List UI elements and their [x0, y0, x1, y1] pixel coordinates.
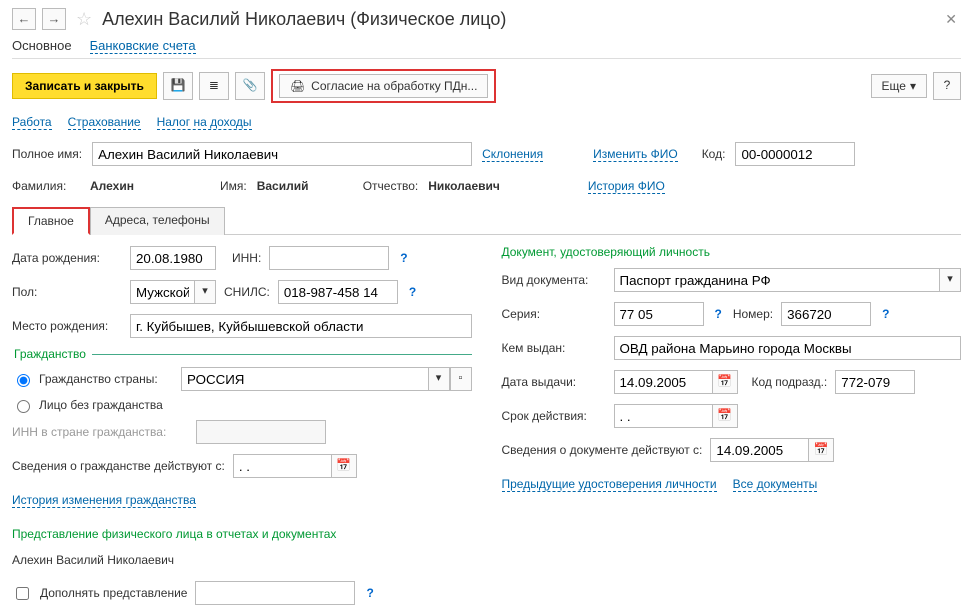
citizenship-inn-label: ИНН в стране гражданства:	[12, 425, 188, 439]
citizenship-open-button[interactable]: ▫	[450, 367, 472, 391]
birthplace-input[interactable]	[130, 314, 472, 338]
favorite-star-icon[interactable]: ☆	[72, 9, 96, 30]
code-label: Код:	[702, 147, 726, 161]
inn-input[interactable]	[269, 246, 389, 270]
link-insurance[interactable]: Страхование	[68, 115, 141, 130]
page-title: Алехин Василий Николаевич (Физическое ли…	[102, 9, 935, 30]
doc-valid-from-calendar-button[interactable]: 📅	[808, 438, 834, 462]
nav-forward-button[interactable]: →	[42, 8, 66, 30]
fullname-input[interactable]	[92, 142, 472, 166]
doc-type-label: Вид документа:	[502, 273, 606, 287]
attachment-button[interactable]: 📎	[235, 72, 265, 100]
save-button[interactable]: 💾	[163, 72, 193, 100]
citizenship-dropdown-button[interactable]: ▾	[428, 367, 450, 391]
printer-icon: 🖨	[290, 79, 305, 93]
snils-help-icon[interactable]: ?	[406, 285, 419, 299]
issue-date-calendar-button[interactable]: 📅	[712, 370, 738, 394]
gender-dropdown-button[interactable]: ▾	[194, 280, 216, 304]
citizenship-legend: Гражданство	[12, 347, 92, 361]
snils-label: СНИЛС:	[224, 285, 270, 299]
inner-tab-main[interactable]: Главное	[12, 207, 90, 235]
extend-representation-help-icon[interactable]: ?	[363, 586, 376, 600]
doc-valid-from-label: Сведения о документе действуют с:	[502, 443, 703, 457]
issued-by-input[interactable]	[614, 336, 962, 360]
doc-valid-from-input[interactable]	[710, 438, 808, 462]
patronymic-label: Отчество:	[363, 179, 419, 193]
highlight-box-consent: 🖨 Согласие на обработку ПДн...	[271, 69, 496, 103]
issue-date-label: Дата выдачи:	[502, 375, 606, 389]
expiry-calendar-button[interactable]: 📅	[712, 404, 738, 428]
patronymic-value: Николаевич	[428, 179, 500, 193]
birthdate-input[interactable]	[130, 246, 216, 270]
expiry-label: Срок действия:	[502, 409, 606, 423]
citizenship-country-radio[interactable]	[17, 374, 30, 387]
citizenship-fieldset: Гражданство Гражданство страны: ▾ ▫ Лицо…	[12, 347, 472, 521]
number-input[interactable]	[781, 302, 871, 326]
declensions-link[interactable]: Склонения	[482, 147, 543, 162]
name-value: Василий	[257, 179, 353, 193]
paperclip-icon: 📎	[242, 78, 257, 92]
citizenship-valid-date-input[interactable]	[233, 454, 331, 478]
link-work[interactable]: Работа	[12, 115, 52, 130]
more-button[interactable]: Еще ▾	[871, 74, 927, 98]
close-icon[interactable]: ✕	[941, 11, 961, 28]
citizenship-none-label: Лицо без гражданства	[39, 398, 163, 412]
nav-back-button[interactable]: ←	[12, 8, 36, 30]
citizenship-calendar-button[interactable]: 📅	[331, 454, 357, 478]
top-tab-bank-accounts[interactable]: Банковские счета	[90, 38, 196, 54]
dept-code-input[interactable]	[835, 370, 915, 394]
save-and-close-button[interactable]: Записать и закрыть	[12, 73, 157, 99]
link-tax[interactable]: Налог на доходы	[157, 115, 252, 130]
inn-label: ИНН:	[232, 251, 261, 265]
series-help-icon[interactable]: ?	[712, 307, 725, 321]
surname-value: Алехин	[90, 179, 210, 193]
prev-docs-link[interactable]: Предыдущие удостоверения личности	[502, 477, 717, 492]
consent-button[interactable]: 🖨 Согласие на обработку ПДн...	[279, 74, 488, 98]
code-input[interactable]	[735, 142, 855, 166]
id-doc-legend: Документ, удостоверяющий личность	[502, 245, 962, 259]
snils-input[interactable]	[278, 280, 398, 304]
more-label: Еще	[882, 79, 906, 93]
name-label: Имя:	[220, 179, 247, 193]
issue-date-input[interactable]	[614, 370, 712, 394]
dept-code-label: Код подразд.:	[752, 375, 828, 389]
number-help-icon[interactable]: ?	[879, 307, 892, 321]
surname-label: Фамилия:	[12, 179, 80, 193]
list-button[interactable]: ≣	[199, 72, 229, 100]
citizenship-history-link[interactable]: История изменения гражданства	[12, 493, 196, 508]
consent-label: Согласие на обработку ПДн...	[311, 79, 477, 93]
number-label: Номер:	[733, 307, 773, 321]
fullname-label: Полное имя:	[12, 147, 82, 161]
issued-by-label: Кем выдан:	[502, 341, 606, 355]
series-label: Серия:	[502, 307, 606, 321]
birthplace-label: Место рождения:	[12, 319, 122, 333]
help-button[interactable]: ?	[933, 72, 961, 100]
citizenship-valid-label: Сведения о гражданстве действуют с:	[12, 459, 225, 473]
citizenship-country-input[interactable]	[181, 367, 428, 391]
inn-help-icon[interactable]: ?	[397, 251, 410, 265]
citizenship-none-radio[interactable]	[17, 400, 30, 413]
extend-representation-input[interactable]	[195, 581, 355, 605]
top-tab-main[interactable]: Основное	[12, 38, 72, 54]
citizenship-country-label: Гражданство страны:	[39, 372, 175, 386]
expiry-input[interactable]	[614, 404, 712, 428]
representation-value: Алехин Василий Николаевич	[12, 553, 174, 567]
gender-label: Пол:	[12, 285, 122, 299]
list-icon: ≣	[209, 78, 219, 92]
save-icon: 💾	[170, 78, 185, 92]
chevron-down-icon: ▾	[910, 79, 916, 93]
extend-representation-checkbox[interactable]	[16, 587, 29, 600]
all-docs-link[interactable]: Все документы	[733, 477, 818, 492]
doc-type-dropdown-button[interactable]: ▾	[939, 268, 961, 292]
extend-representation-label: Дополнять представление	[40, 586, 187, 600]
inner-tab-addresses[interactable]: Адреса, телефоны	[90, 207, 225, 235]
citizenship-inn-input	[196, 420, 326, 444]
birthdate-label: Дата рождения:	[12, 251, 122, 265]
doc-type-input[interactable]	[614, 268, 940, 292]
gender-select[interactable]	[130, 280, 194, 304]
change-fio-link[interactable]: Изменить ФИО	[593, 147, 678, 162]
representation-legend: Представление физического лица в отчетах…	[12, 527, 472, 541]
history-fio-link[interactable]: История ФИО	[588, 179, 665, 194]
series-input[interactable]	[614, 302, 704, 326]
